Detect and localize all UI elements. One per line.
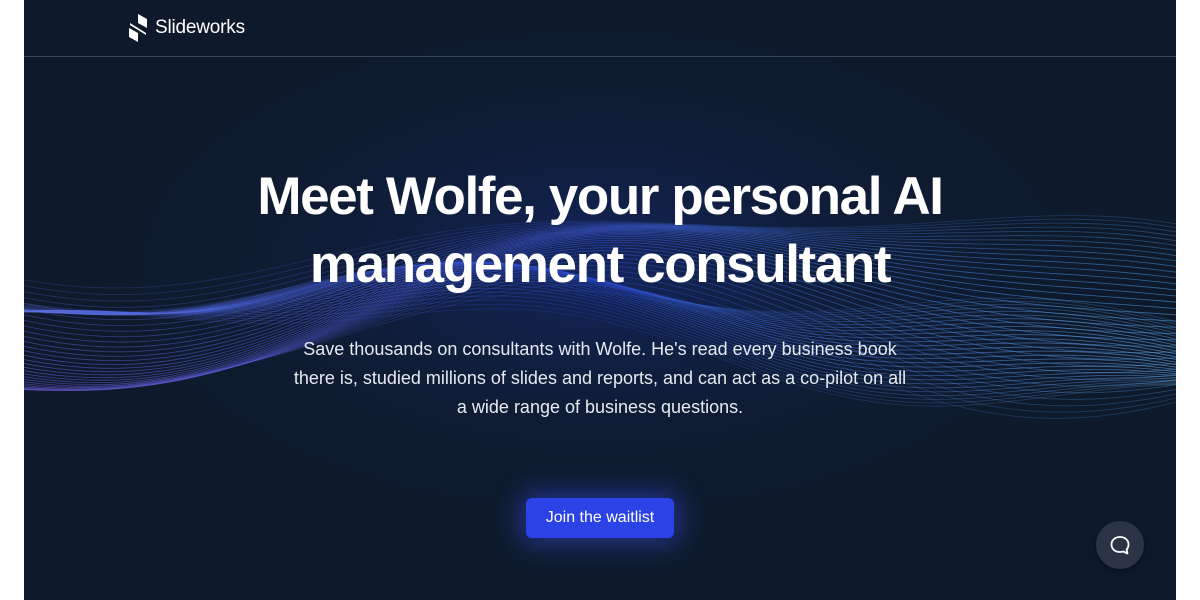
hero-subtitle-line-1: Save thousands on consultants with Wolfe… <box>303 339 897 359</box>
hero-subtitle-line-3: a wide range of business questions. <box>456 397 744 417</box>
hero-title-line-1: Meet Wolfe, your personal AI <box>257 167 944 226</box>
slideworks-logo-icon <box>129 14 147 42</box>
hero-title: Meet Wolfe, your personal AI management … <box>200 163 1000 299</box>
hero-subtitle-line-2: there is, studied millions of slides and… <box>293 368 907 388</box>
brand-name: Slideworks <box>155 17 245 38</box>
chat-bubble-icon <box>1110 536 1130 555</box>
join-waitlist-button[interactable]: Join the waitlist <box>526 498 674 538</box>
hero-title-line-2: management consultant <box>309 235 892 294</box>
top-navbar: Slideworks <box>24 0 1176 57</box>
hero-subtitle: Save thousands on consultants with Wolfe… <box>250 335 950 422</box>
brand-logo-link[interactable]: Slideworks <box>128 13 245 43</box>
page-frame: Slideworks Meet Wolfe, your personal AI … <box>24 0 1176 600</box>
chat-launcher-button[interactable] <box>1096 521 1144 569</box>
